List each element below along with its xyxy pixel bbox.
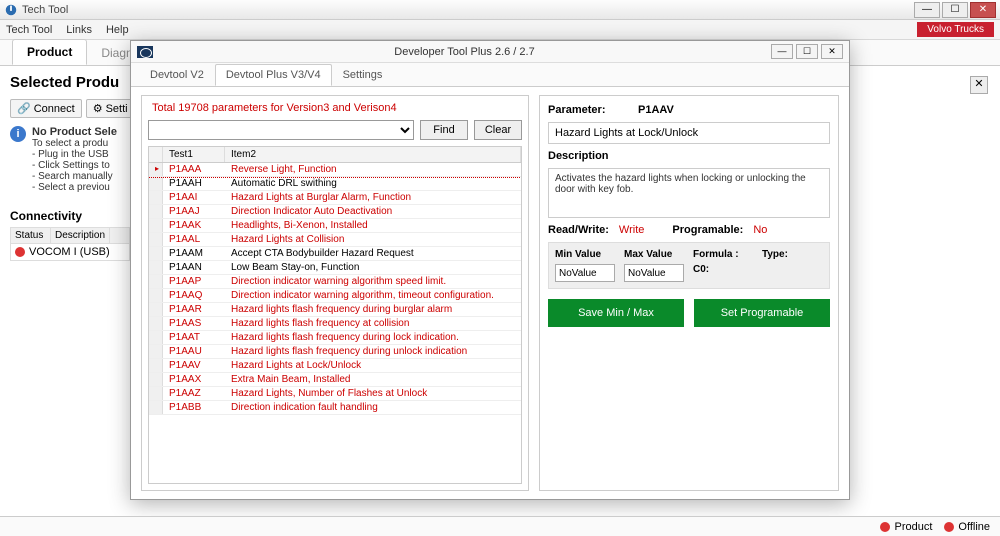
status-product: Product <box>894 521 932 533</box>
settings-button[interactable]: ⚙Setti <box>86 99 135 118</box>
col-status: Status <box>11 228 51 243</box>
device-label: VOCOM I (USB) <box>29 246 110 258</box>
readwrite-label: Read/Write: <box>548 224 609 236</box>
window-title: Tech Tool <box>22 4 912 16</box>
maxvalue-input[interactable] <box>624 264 684 282</box>
find-button[interactable]: Find <box>420 120 468 140</box>
panel-close-button[interactable]: ✕ <box>970 76 988 94</box>
table-row[interactable]: P1AATHazard lights flash frequency durin… <box>149 331 521 345</box>
brand-badge: Volvo Trucks <box>917 22 994 37</box>
menu-help[interactable]: Help <box>106 24 129 36</box>
volvo-logo-icon <box>137 46 153 58</box>
modal-close-button[interactable]: ✕ <box>821 44 843 59</box>
parameter-grid[interactable]: Test1 Item2 ▸P1AAAReverse Light, Functio… <box>148 146 522 484</box>
table-row[interactable]: P1AASHazard lights flash frequency at co… <box>149 317 521 331</box>
connect-button[interactable]: 🔗Connect <box>10 99 82 118</box>
left-sidebar: Selected Produ 🔗Connect ⚙Setti i No Prod… <box>0 66 130 516</box>
minimize-button[interactable]: — <box>914 2 940 18</box>
table-row[interactable]: P1AAZHazard Lights, Number of Flashes at… <box>149 387 521 401</box>
info-panel: i No Product Sele To select a produ - Pl… <box>10 126 130 193</box>
info-icon: i <box>10 126 26 142</box>
table-row[interactable]: P1AAQDirection indicator warning algorit… <box>149 289 521 303</box>
table-row[interactable]: P1AAJDirection Indicator Auto Deactivati… <box>149 205 521 219</box>
close-button[interactable]: ✕ <box>970 2 996 18</box>
table-row[interactable]: P1AAKHeadlights, Bi-Xenon, Installed <box>149 219 521 233</box>
connectivity-row[interactable]: VOCOM I (USB) <box>11 244 129 260</box>
status-dot-icon <box>15 247 25 257</box>
page-title: Selected Produ <box>10 74 130 91</box>
programable-label: Programable: <box>672 224 743 236</box>
tab-settings[interactable]: Settings <box>332 64 394 86</box>
c0-label: C0: <box>693 264 754 282</box>
devtool-modal: Developer Tool Plus 2.6 / 2.7 — ☐ ✕ Devt… <box>130 40 850 500</box>
connectivity-table: Status Description VOCOM I (USB) <box>10 227 130 261</box>
col-description: Description <box>51 228 110 243</box>
save-minmax-button[interactable]: Save Min / Max <box>548 299 684 327</box>
menubar: Tech Tool Links Help Volvo Trucks <box>0 20 1000 40</box>
minvalue-input[interactable] <box>555 264 615 282</box>
connectivity-header: Connectivity <box>10 209 130 223</box>
table-row[interactable]: P1ABBDirection indication fault handling <box>149 401 521 415</box>
table-row[interactable]: P1AAVHazard Lights at Lock/Unlock <box>149 359 521 373</box>
set-programable-button[interactable]: Set Programable <box>694 299 830 327</box>
parameter-label: Parameter: <box>548 104 626 116</box>
table-row[interactable]: P1AAIHazard Lights at Burglar Alarm, Fun… <box>149 191 521 205</box>
maxvalue-label: Max Value <box>624 249 685 260</box>
parameter-list-pane: Total 19708 parameters for Version3 and … <box>141 95 529 491</box>
statusbar: Product Offline <box>0 516 1000 536</box>
table-row[interactable]: P1AAUHazard lights flash frequency durin… <box>149 345 521 359</box>
table-row[interactable]: P1AAHAutomatic DRL swithing <box>149 177 521 191</box>
grid-col-item2: Item2 <box>225 147 521 162</box>
programable-value: No <box>753 224 767 236</box>
parameter-value: P1AAV <box>638 104 674 116</box>
status-offline: Offline <box>958 521 990 533</box>
minvalue-label: Min Value <box>555 249 616 260</box>
status-dot-icon <box>944 522 954 532</box>
gear-icon: ⚙ <box>93 102 103 115</box>
table-row[interactable]: P1AALHazard Lights at Collision <box>149 233 521 247</box>
menu-links[interactable]: Links <box>66 24 92 36</box>
readwrite-value: Write <box>619 224 644 236</box>
total-count-label: Total 19708 parameters for Version3 and … <box>148 102 522 114</box>
description-text: Activates the hazard lights when locking… <box>548 168 830 218</box>
tab-product[interactable]: Product <box>12 39 87 65</box>
tab-devtool-v2[interactable]: Devtool V2 <box>139 64 215 86</box>
grid-col-test1: Test1 <box>163 147 225 162</box>
modal-title: Developer Tool Plus 2.6 / 2.7 <box>161 46 768 58</box>
modal-min-button[interactable]: — <box>771 44 793 59</box>
link-icon: 🔗 <box>17 102 31 115</box>
modal-tabs: Devtool V2 Devtool Plus V3/V4 Settings <box>131 63 849 87</box>
parameter-name-box: Hazard Lights at Lock/Unlock <box>548 122 830 144</box>
description-label: Description <box>548 150 830 162</box>
formula-label: Formula : <box>693 249 754 260</box>
tab-devtool-v34[interactable]: Devtool Plus V3/V4 <box>215 64 332 86</box>
menu-techtool[interactable]: Tech Tool <box>6 24 52 36</box>
value-grid: Min Value Max Value Formula : Type: C0: <box>548 242 830 289</box>
modal-max-button[interactable]: ☐ <box>796 44 818 59</box>
status-dot-icon <box>880 522 890 532</box>
info-title: No Product Sele <box>32 126 117 138</box>
type-label: Type: <box>762 249 823 260</box>
table-row[interactable]: ▸P1AAAReverse Light, Function <box>149 163 521 177</box>
modal-titlebar: Developer Tool Plus 2.6 / 2.7 — ☐ ✕ <box>131 41 849 63</box>
table-row[interactable]: P1AAPDirection indicator warning algorit… <box>149 275 521 289</box>
table-row[interactable]: P1AAMAccept CTA Bodybuilder Hazard Reque… <box>149 247 521 261</box>
detail-pane: Parameter: P1AAV Hazard Lights at Lock/U… <box>539 95 839 491</box>
clear-button[interactable]: Clear <box>474 120 522 140</box>
maximize-button[interactable]: ☐ <box>942 2 968 18</box>
table-row[interactable]: P1AAXExtra Main Beam, Installed <box>149 373 521 387</box>
table-row[interactable]: P1AARHazard lights flash frequency durin… <box>149 303 521 317</box>
search-dropdown[interactable] <box>148 120 414 140</box>
window-titlebar: Tech Tool — ☐ ✕ <box>0 0 1000 20</box>
app-icon <box>4 3 18 17</box>
table-row[interactable]: P1AANLow Beam Stay-on, Function <box>149 261 521 275</box>
